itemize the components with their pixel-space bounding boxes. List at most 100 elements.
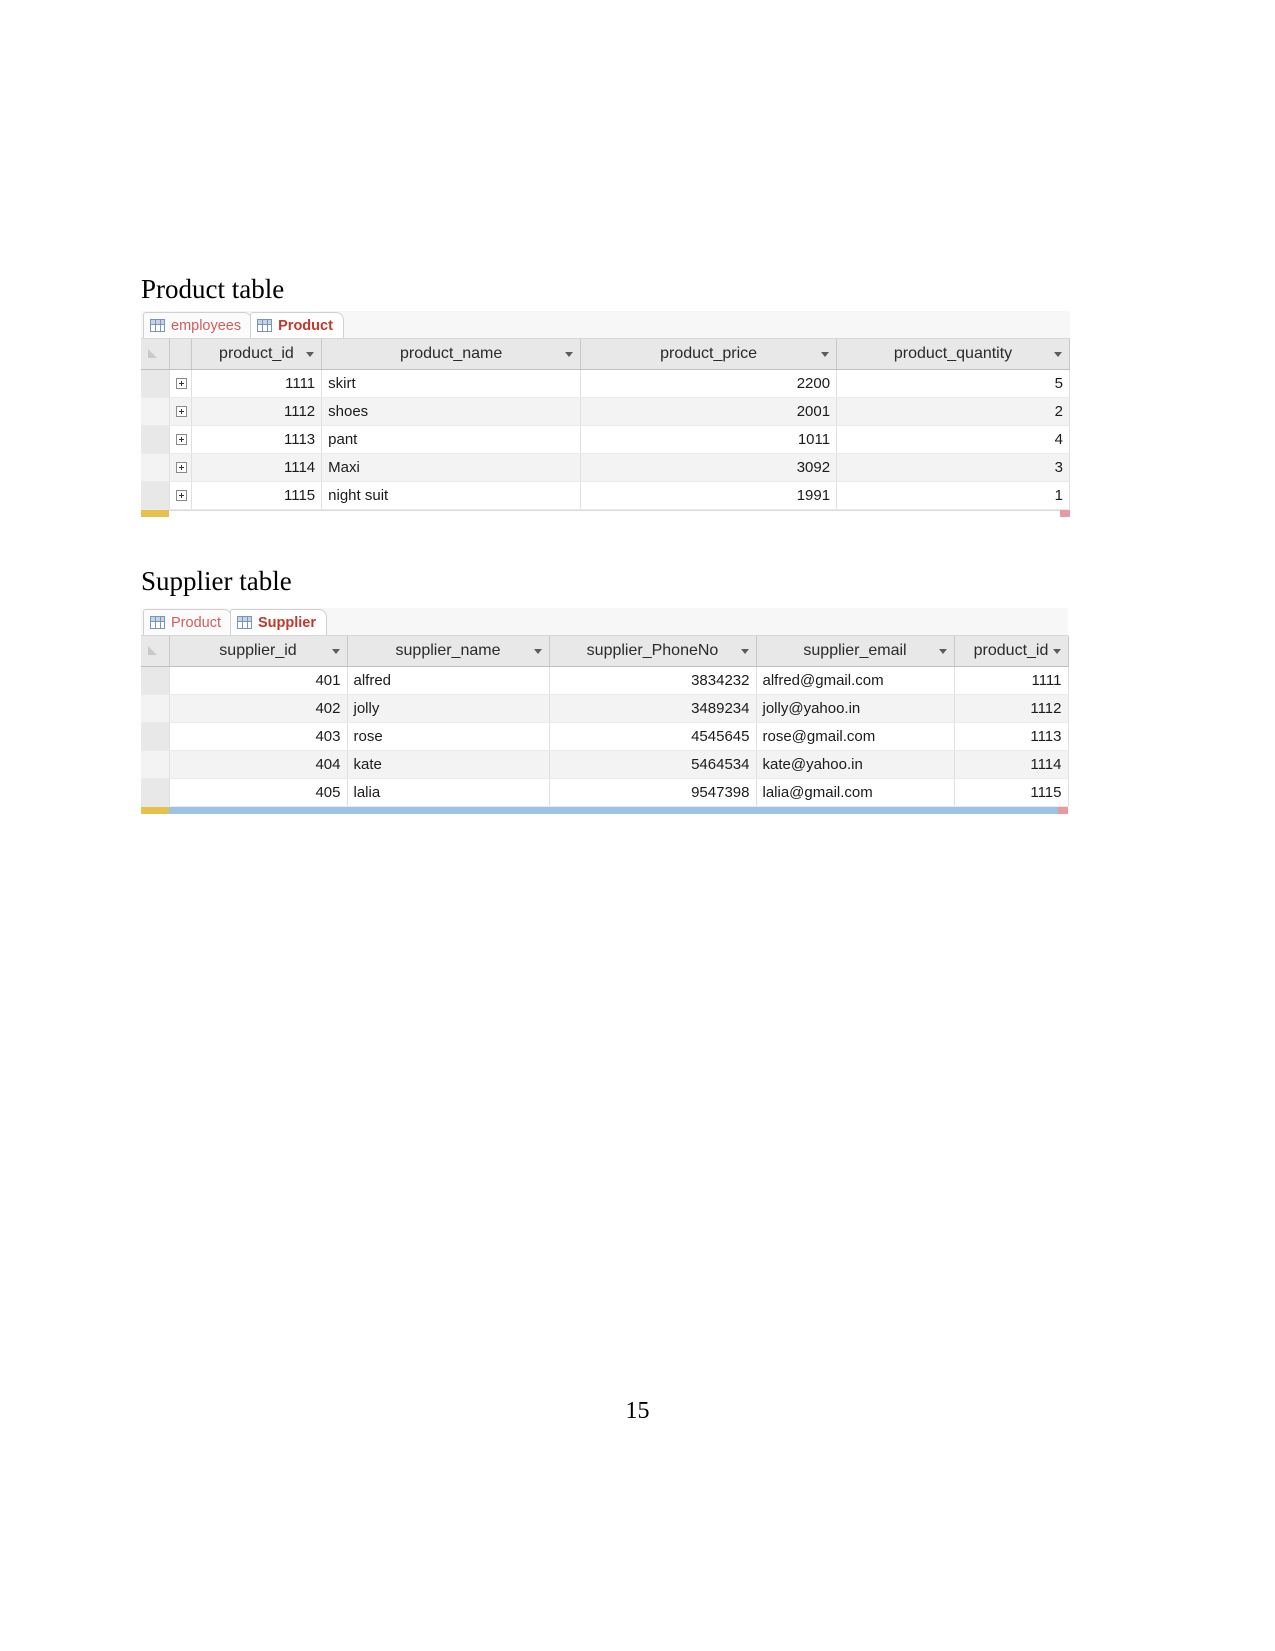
cell-product_quantity[interactable]: 1 (836, 481, 1070, 510)
supplier-column-header-supplier_email[interactable]: supplier_email (756, 636, 955, 667)
table-row[interactable]: 402 jolly 3489234 jolly@yahoo.in 1112 (141, 694, 1069, 723)
plus-icon (175, 462, 187, 474)
cell-supplier_name[interactable]: jolly (347, 694, 550, 723)
cell-product_id[interactable]: 1115 (191, 481, 323, 510)
cell-product_id[interactable]: 1113 (954, 722, 1069, 751)
table-row[interactable]: 404 kate 5464534 kate@yahoo.in 1114 (141, 750, 1069, 779)
supplier-tab-product[interactable]: Product (143, 609, 232, 635)
cell-product_price[interactable]: 3092 (580, 453, 838, 482)
cell-supplier_email[interactable]: alfred@gmail.com (756, 666, 955, 695)
product-column-header-label: product_id (219, 344, 294, 362)
expand-row-button[interactable] (169, 453, 192, 482)
table-row[interactable]: 1114 Maxi 3092 3 (141, 453, 1070, 482)
cell-product_price[interactable]: 2001 (580, 397, 838, 426)
cell-supplier_PhoneNo[interactable]: 3834232 (549, 666, 757, 695)
cell-product_id[interactable]: 1114 (191, 453, 323, 482)
cell-product_price[interactable]: 1011 (580, 425, 838, 454)
supplier-column-header-label: product_id (973, 641, 1049, 659)
chevron-down-icon[interactable] (331, 648, 340, 654)
supplier-tabstrip-empty-area (325, 609, 1068, 635)
table-row[interactable]: 1113 pant 1011 4 (141, 425, 1070, 454)
supplier-column-header-product_id[interactable]: product_id (954, 636, 1069, 667)
chevron-down-icon[interactable] (740, 648, 749, 654)
chevron-down-icon[interactable] (306, 351, 315, 357)
cell-product_name[interactable]: shoes (321, 397, 582, 426)
product-select-all-corner[interactable] (141, 339, 170, 370)
cell-product_id[interactable]: 1112 (954, 694, 1069, 723)
table-row[interactable]: 401 alfred 3834232 alfred@gmail.com 1111 (141, 666, 1069, 695)
cell-product_quantity[interactable]: 2 (836, 397, 1070, 426)
row-selector[interactable] (141, 425, 170, 454)
cell-supplier_id[interactable]: 402 (169, 694, 348, 723)
cell-supplier_name[interactable]: alfred (347, 666, 550, 695)
cell-supplier_PhoneNo[interactable]: 4545645 (549, 722, 757, 751)
cell-supplier_name[interactable]: rose (347, 722, 550, 751)
product-column-header-product_id[interactable]: product_id (191, 339, 323, 370)
chevron-down-icon[interactable] (821, 351, 830, 357)
cell-product_quantity[interactable]: 5 (836, 369, 1070, 398)
chevron-down-icon[interactable] (938, 648, 947, 654)
cell-supplier_PhoneNo[interactable]: 5464534 (549, 750, 757, 779)
supplier-column-header-supplier_name[interactable]: supplier_name (347, 636, 550, 667)
supplier-column-header-label: supplier_PhoneNo (586, 641, 719, 659)
cell-supplier_email[interactable]: lalia@gmail.com (756, 778, 955, 807)
product-column-header-product_name[interactable]: product_name (321, 339, 582, 370)
row-selector[interactable] (141, 397, 170, 426)
cell-product_id[interactable]: 1111 (954, 666, 1069, 695)
cell-supplier_PhoneNo[interactable]: 3489234 (549, 694, 757, 723)
cell-product_id[interactable]: 1113 (191, 425, 323, 454)
chevron-down-icon[interactable] (565, 351, 574, 357)
row-selector[interactable] (141, 694, 170, 723)
expand-row-button[interactable] (169, 425, 192, 454)
cell-supplier_email[interactable]: jolly@yahoo.in (756, 694, 955, 723)
cell-supplier_id[interactable]: 401 (169, 666, 348, 695)
cell-product_name[interactable]: Maxi (321, 453, 582, 482)
row-selector[interactable] (141, 778, 170, 807)
supplier-footer-bar (141, 806, 1068, 814)
product-tab-product[interactable]: Product (250, 312, 344, 338)
cell-product_name[interactable]: skirt (321, 369, 582, 398)
product-column-header-product_price[interactable]: product_price (580, 339, 838, 370)
chevron-down-icon[interactable] (533, 648, 542, 654)
row-selector[interactable] (141, 722, 170, 751)
cell-supplier_PhoneNo[interactable]: 9547398 (549, 778, 757, 807)
expand-row-button[interactable] (169, 397, 192, 426)
cell-product_name[interactable]: pant (321, 425, 582, 454)
cell-product_quantity[interactable]: 4 (836, 425, 1070, 454)
table-row[interactable]: 1112 shoes 2001 2 (141, 397, 1070, 426)
supplier-tab-supplier[interactable]: Supplier (229, 609, 327, 635)
cell-supplier_email[interactable]: rose@gmail.com (756, 722, 955, 751)
expand-row-button[interactable] (169, 369, 192, 398)
cell-supplier_email[interactable]: kate@yahoo.in (756, 750, 955, 779)
cell-product_id[interactable]: 1114 (954, 750, 1069, 779)
row-selector[interactable] (141, 750, 170, 779)
row-selector[interactable] (141, 453, 170, 482)
row-selector[interactable] (141, 666, 170, 695)
product-column-header-product_quantity[interactable]: product_quantity (836, 339, 1070, 370)
row-selector[interactable] (141, 481, 170, 510)
product-tab-employees[interactable]: employees (143, 312, 253, 338)
table-row[interactable]: 405 lalia 9547398 lalia@gmail.com 1115 (141, 778, 1069, 807)
cell-supplier_name[interactable]: kate (347, 750, 550, 779)
chevron-down-icon[interactable] (1054, 351, 1062, 357)
cell-product_name[interactable]: night suit (321, 481, 582, 510)
cell-supplier_id[interactable]: 404 (169, 750, 348, 779)
table-row[interactable]: 403 rose 4545645 rose@gmail.com 1113 (141, 722, 1069, 751)
cell-product_price[interactable]: 1991 (580, 481, 838, 510)
expand-row-button[interactable] (169, 481, 192, 510)
cell-supplier_id[interactable]: 403 (169, 722, 348, 751)
supplier-select-all-corner[interactable] (141, 636, 170, 667)
row-selector[interactable] (141, 369, 170, 398)
table-row[interactable]: 1115 night suit 1991 1 (141, 481, 1070, 510)
chevron-down-icon[interactable] (1052, 648, 1061, 654)
cell-product_id[interactable]: 1111 (191, 369, 323, 398)
cell-product_quantity[interactable]: 3 (836, 453, 1070, 482)
cell-product_price[interactable]: 2200 (580, 369, 838, 398)
cell-supplier_id[interactable]: 405 (169, 778, 348, 807)
cell-product_id[interactable]: 1115 (954, 778, 1069, 807)
cell-product_id[interactable]: 1112 (191, 397, 323, 426)
supplier-column-header-supplier_PhoneNo[interactable]: supplier_PhoneNo (549, 636, 757, 667)
cell-supplier_name[interactable]: lalia (347, 778, 550, 807)
table-row[interactable]: 1111 skirt 2200 5 (141, 369, 1070, 398)
supplier-column-header-supplier_id[interactable]: supplier_id (169, 636, 348, 667)
